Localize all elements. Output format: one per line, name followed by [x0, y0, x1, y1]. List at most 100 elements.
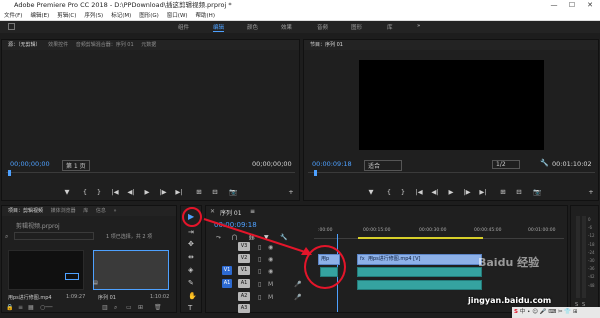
go-to-in-icon[interactable]: |◀: [110, 188, 120, 196]
menu-graphics[interactable]: 图形(G): [135, 11, 163, 21]
microphone-icon[interactable]: 🎤: [294, 281, 301, 288]
project-item-name[interactable]: 序列 01: [98, 294, 116, 301]
go-to-out-icon[interactable]: ▶|: [174, 188, 184, 196]
workspace-tab-libraries[interactable]: 库: [387, 23, 393, 31]
video-clip[interactable]: fx 用ps进行修图.mp4 [V]: [357, 254, 482, 265]
work-area-bar[interactable]: [358, 237, 483, 239]
insert-icon[interactable]: ⊞: [194, 188, 204, 196]
track-a1[interactable]: A1: [238, 279, 250, 288]
tab-effect-controls[interactable]: 效果控件: [48, 42, 68, 48]
tab-source[interactable]: 源：（无剪辑）: [8, 42, 41, 48]
new-bin-icon[interactable]: ▭: [126, 304, 132, 311]
project-item-name[interactable]: 用ps进行修图.mp4: [8, 294, 52, 301]
workspace-tab-assembly[interactable]: 组件: [178, 23, 189, 31]
pen-tool-icon[interactable]: ✎: [188, 279, 194, 287]
automate-icon[interactable]: ▥: [102, 304, 108, 311]
program-zoom-select[interactable]: 适合: [364, 160, 402, 171]
tab-libraries[interactable]: 库: [83, 208, 88, 214]
sogou-icon[interactable]: S: [514, 309, 518, 315]
step-forward-icon[interactable]: |▶: [462, 188, 472, 196]
button-editor-icon[interactable]: +: [586, 188, 596, 196]
extract-icon[interactable]: ⊟: [514, 188, 524, 196]
workspace-tab-color[interactable]: 颜色: [247, 23, 258, 31]
track-v1[interactable]: V1: [238, 266, 250, 275]
skin-icon[interactable]: 👕: [564, 309, 571, 315]
search-icon[interactable]: ⌕: [5, 233, 8, 241]
ripple-edit-tool-icon[interactable]: ✥: [188, 240, 194, 248]
lock-icon[interactable]: ▯: [258, 268, 261, 275]
program-time-ruler[interactable]: [308, 172, 595, 173]
add-marker-icon[interactable]: ▼: [366, 188, 376, 196]
tab-info[interactable]: 信息: [96, 208, 106, 214]
audio-clip[interactable]: [357, 267, 482, 277]
program-resolution-select[interactable]: 1/2: [492, 160, 520, 169]
menu-edit[interactable]: 编辑(E): [26, 11, 53, 21]
source-patch-v1[interactable]: V1: [222, 266, 232, 275]
program-playhead-timecode[interactable]: 00:00:09:18: [312, 160, 352, 168]
program-video-frame[interactable]: [359, 60, 544, 150]
project-search-input[interactable]: [14, 232, 94, 240]
export-frame-icon[interactable]: 📷: [228, 188, 238, 196]
workspace-tab-audio[interactable]: 音频: [317, 23, 328, 31]
lock-icon[interactable]: ▯: [258, 281, 261, 288]
mute-icon[interactable]: M: [268, 281, 273, 288]
play-icon[interactable]: ▶: [446, 188, 456, 196]
overwrite-icon[interactable]: ⊟: [210, 188, 220, 196]
eye-icon[interactable]: ◉: [268, 268, 273, 275]
track-select-tool-icon[interactable]: ⇥: [188, 228, 194, 236]
source-playhead[interactable]: [8, 170, 11, 176]
emoji-icon[interactable]: ☺: [532, 309, 538, 315]
project-tabs-more-icon[interactable]: »: [113, 208, 116, 214]
mark-out-icon[interactable]: }: [94, 188, 104, 196]
go-to-in-icon[interactable]: |◀: [414, 188, 424, 196]
menu-sequence[interactable]: 序列(S): [80, 11, 107, 21]
workspace-more-icon[interactable]: »: [417, 23, 420, 29]
source-playhead-timecode[interactable]: 00;00;00;00: [10, 160, 50, 168]
mark-in-icon[interactable]: {: [80, 188, 90, 196]
track-a2[interactable]: A2: [238, 292, 250, 301]
menu-markers[interactable]: 标记(M): [107, 11, 135, 21]
play-icon[interactable]: ▶: [142, 188, 152, 196]
list-view-icon[interactable]: ≡: [18, 304, 23, 311]
lift-icon[interactable]: ⊞: [498, 188, 508, 196]
step-back-icon[interactable]: ◀|: [126, 188, 136, 196]
microphone-icon[interactable]: 🎤: [540, 309, 547, 315]
track-a3[interactable]: A3: [238, 304, 250, 313]
source-patch-a1[interactable]: A1: [222, 279, 232, 288]
step-back-icon[interactable]: ◀|: [430, 188, 440, 196]
new-item-icon[interactable]: ⊞: [138, 304, 143, 311]
mark-in-icon[interactable]: {: [384, 188, 394, 196]
close-button[interactable]: ✕: [581, 0, 599, 11]
ime-chinese-icon[interactable]: 中: [520, 309, 526, 315]
lock-icon[interactable]: ▯: [258, 294, 261, 301]
grid-icon[interactable]: ⊞: [573, 309, 578, 315]
workspace-tab-graphics[interactable]: 图形: [351, 23, 362, 31]
go-to-out-icon[interactable]: ▶|: [478, 188, 488, 196]
tab-metadata[interactable]: 元数据: [141, 42, 156, 48]
mark-out-icon[interactable]: }: [398, 188, 408, 196]
menu-window[interactable]: 窗口(W): [163, 11, 192, 21]
tab-program[interactable]: 节目：序列 01: [310, 42, 343, 48]
microphone-icon[interactable]: 🎤: [294, 294, 301, 301]
keyboard-icon[interactable]: ⌨: [548, 309, 556, 315]
punctuation-icon[interactable]: ∙: [527, 309, 530, 315]
type-tool-icon[interactable]: T: [188, 304, 192, 312]
project-item-thumbnail[interactable]: [8, 250, 84, 290]
icon-view-icon[interactable]: ▦: [28, 304, 34, 311]
audio-clip[interactable]: [357, 280, 482, 290]
program-playhead[interactable]: [314, 170, 317, 176]
lock-icon[interactable]: 🔒: [6, 304, 13, 311]
button-editor-icon[interactable]: +: [286, 188, 296, 196]
menu-clip[interactable]: 剪辑(C): [53, 11, 80, 21]
source-page-select[interactable]: 第 1 页: [62, 160, 90, 171]
tab-media-browser[interactable]: 媒体浏览器: [51, 208, 76, 214]
tab-audio-clip-mixer[interactable]: 音频剪辑混合器：序列 01: [76, 42, 134, 48]
wrench-icon[interactable]: 🔧: [540, 159, 549, 167]
add-marker-icon[interactable]: ▼: [62, 188, 72, 196]
scissors-icon[interactable]: ✂: [558, 309, 563, 315]
menu-help[interactable]: 帮助(H): [192, 11, 219, 21]
minimize-button[interactable]: —: [545, 0, 563, 11]
source-time-ruler[interactable]: [6, 172, 295, 173]
tab-project[interactable]: 项目：剪辑视频: [8, 208, 43, 214]
home-icon[interactable]: [8, 23, 15, 30]
